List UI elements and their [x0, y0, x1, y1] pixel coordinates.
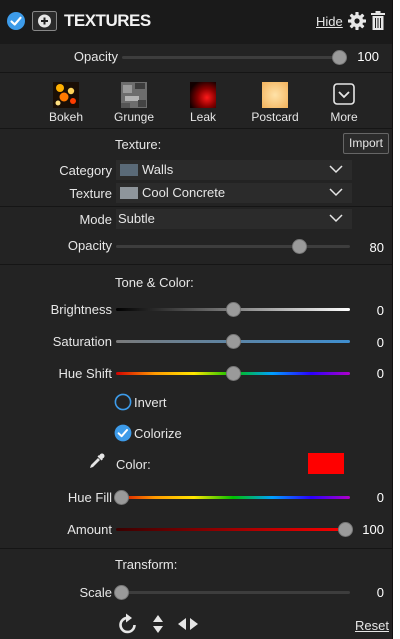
- hue-fill-label: Hue Fill: [67, 490, 112, 505]
- preset-postcard-label: Postcard: [251, 110, 299, 124]
- opacity-top-value: 100: [357, 49, 379, 64]
- panel-header: TEXTURES Hide: [0, 0, 392, 44]
- texture-opacity-label: Opacity: [67, 238, 112, 253]
- circle-checked-icon: [114, 424, 132, 442]
- leak-thumbnail: [190, 82, 216, 108]
- chevron-down-icon: [329, 188, 343, 197]
- hue-fill-value: 0: [376, 490, 384, 505]
- chevron-down-icon: [329, 165, 343, 174]
- texture-opacity-slider[interactable]: [116, 245, 350, 248]
- chevron-down-icon: [329, 214, 343, 223]
- scale-value: 0: [376, 585, 384, 600]
- divider: [0, 128, 392, 129]
- brightness-value: 0: [376, 303, 384, 318]
- mode-dropdown[interactable]: Subtle: [116, 209, 352, 229]
- hue-shift-label: Hue Shift: [58, 366, 112, 381]
- enabled-check-icon[interactable]: [6, 11, 26, 31]
- hide-link[interactable]: Hide: [316, 14, 343, 29]
- gear-icon[interactable]: [347, 11, 367, 31]
- flip-vertical-icon[interactable]: [152, 614, 164, 634]
- hue-shift-knob[interactable]: [226, 366, 241, 381]
- import-button[interactable]: Import: [343, 133, 389, 154]
- concrete-thumbnail: [120, 187, 138, 199]
- reset-link[interactable]: Reset: [355, 618, 389, 633]
- brightness-label: Brightness: [50, 302, 112, 317]
- bokeh-thumbnail: [53, 82, 79, 108]
- panel-title: TEXTURES: [64, 11, 151, 30]
- preset-grunge-label: Grunge: [113, 110, 155, 124]
- color-label: Color:: [116, 457, 151, 472]
- tone-color-heading: Tone & Color:: [115, 275, 194, 290]
- opacity-top-label: Opacity: [73, 49, 118, 64]
- texture-heading: Texture:: [115, 137, 162, 152]
- trash-icon[interactable]: [371, 11, 385, 31]
- divider: [0, 264, 392, 265]
- mode-value: Subtle: [118, 211, 155, 226]
- amount-slider[interactable]: [116, 528, 350, 531]
- texture-opacity-knob[interactable]: [292, 239, 307, 254]
- scale-knob[interactable]: [114, 585, 129, 600]
- hue-fill-knob[interactable]: [114, 490, 129, 505]
- saturation-label: Saturation: [52, 334, 112, 349]
- divider: [0, 206, 392, 207]
- walls-thumbnail: [120, 164, 138, 176]
- mode-label: Mode: [79, 212, 112, 227]
- postcard-thumbnail: [262, 82, 288, 108]
- saturation-value: 0: [376, 335, 384, 350]
- color-swatch[interactable]: [308, 453, 344, 474]
- chevron-down-box-icon: [333, 83, 355, 105]
- divider: [0, 548, 392, 549]
- eyedropper-icon[interactable]: [88, 452, 106, 470]
- scale-slider[interactable]: [116, 591, 350, 594]
- transform-heading: Transform:: [115, 557, 178, 572]
- amount-value: 100: [362, 522, 384, 537]
- add-filter-icon[interactable]: [32, 11, 57, 31]
- category-dropdown[interactable]: Walls: [116, 160, 352, 180]
- opacity-top-slider[interactable]: [122, 56, 342, 59]
- category-label: Category: [59, 163, 112, 178]
- divider: [0, 72, 392, 73]
- preset-more-label: More: [330, 110, 358, 124]
- texture-value: Cool Concrete: [142, 185, 226, 200]
- colorize-label: Colorize: [134, 426, 182, 441]
- grunge-thumbnail: [121, 82, 147, 108]
- preset-bokeh-label: Bokeh: [48, 110, 84, 124]
- circle-unchecked-icon: [114, 393, 132, 411]
- invert-label: Invert: [134, 395, 167, 410]
- amount-label: Amount: [67, 522, 112, 537]
- texture-label: Texture: [69, 186, 112, 201]
- saturation-knob[interactable]: [226, 334, 241, 349]
- scale-label: Scale: [79, 585, 112, 600]
- texture-opacity-value: 80: [369, 240, 384, 255]
- rotate-icon[interactable]: [116, 612, 140, 636]
- hue-shift-value: 0: [376, 366, 384, 381]
- hue-fill-slider[interactable]: [116, 496, 350, 499]
- textures-panel: TEXTURES Hide Opacity 100 Bokeh Grunge L…: [0, 0, 393, 639]
- brightness-knob[interactable]: [226, 302, 241, 317]
- texture-dropdown[interactable]: Cool Concrete: [116, 183, 352, 203]
- category-value: Walls: [142, 162, 174, 177]
- preset-leak-label: Leak: [189, 110, 217, 124]
- flip-horizontal-icon[interactable]: [177, 617, 199, 631]
